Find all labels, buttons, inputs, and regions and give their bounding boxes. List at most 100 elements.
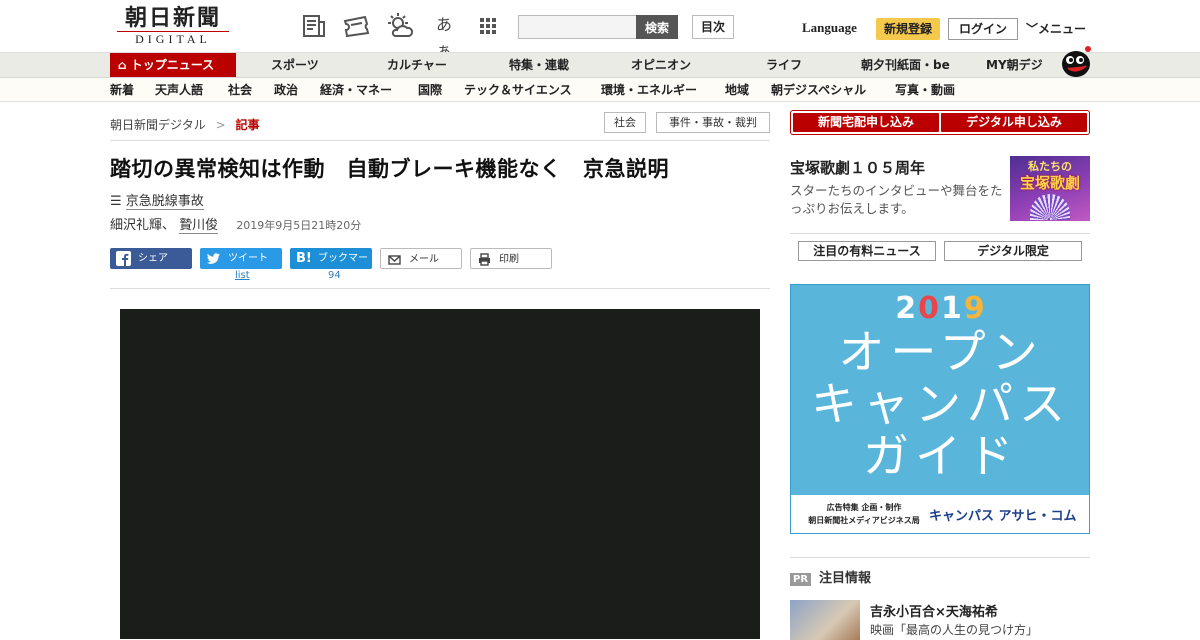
mail-label: メール: [409, 254, 439, 265]
series-link[interactable]: ☰ 京急脱線事故: [110, 190, 204, 210]
nav-tech[interactable]: テック＆サイエンス: [464, 78, 572, 102]
twitter-share-button[interactable]: ツイート: [200, 248, 282, 269]
search-button[interactable]: 検索: [636, 15, 678, 39]
logo-en: DIGITAL: [117, 31, 229, 46]
nav-opinion[interactable]: オピニオン: [631, 53, 691, 78]
menu-button[interactable]: ﹀メニュー: [1026, 20, 1086, 37]
nav-special[interactable]: 朝デジスペシャル: [771, 78, 866, 102]
divider: [110, 140, 770, 141]
facebook-share-button[interactable]: シェア: [110, 248, 192, 269]
newspaper-icon[interactable]: [300, 12, 328, 40]
nav-my-asadigi[interactable]: MY朝デジ: [986, 53, 1043, 78]
ad-year-digit: 2: [895, 291, 919, 326]
advertisement-banner[interactable]: 2019 オープン キャンパス ガイド 広告特集 企画・制作 朝日新聞社メディアビ…: [790, 284, 1090, 534]
nav-politics[interactable]: 政治: [274, 78, 298, 102]
article-headline: 踏切の異常検知は作動 自動ブレーキ機能なく 京急説明: [110, 157, 669, 181]
divider: [790, 557, 1090, 558]
hatena-count[interactable]: 94: [328, 270, 341, 281]
hatena-icon: B!: [296, 251, 312, 266]
pr-badge: PR: [790, 573, 812, 586]
nav-life[interactable]: ライフ: [766, 53, 802, 78]
nav-photo-video[interactable]: 写真・動画: [895, 78, 955, 102]
secondary-nav: 新着 天声人語 社会 政治 経済・マネー 国際 テック＆サイエンス 環境・エネル…: [0, 77, 1200, 102]
twitter-share-label: ツイート: [228, 253, 268, 264]
print-label: 印刷: [499, 254, 519, 265]
breadcrumb-home[interactable]: 朝日新聞デジタル: [110, 118, 206, 132]
series-label: 京急脱線事故: [125, 194, 204, 210]
author: 細沢礼輝、: [110, 218, 176, 233]
tab-digital-only[interactable]: デジタル限定: [944, 241, 1082, 261]
ad-footer: 広告特集 企画・制作 朝日新聞社メディアビジネス局 キャンパス アサヒ・コム: [791, 495, 1089, 533]
ad-sponsor-line1: 広告特集 企画・制作: [826, 503, 902, 512]
byline: 細沢礼輝、 贄川俊 2019年9月5日21時20分: [110, 214, 362, 234]
promo-title[interactable]: 宝塚歌劇１０５周年: [790, 157, 925, 178]
nav-sports[interactable]: スポーツ: [271, 53, 319, 78]
toc-button[interactable]: 目次: [692, 15, 734, 39]
nav-region[interactable]: 地域: [725, 78, 749, 102]
publish-date: 2019年9月5日21時20分: [236, 219, 362, 232]
print-icon: [477, 252, 492, 267]
pr-thumbnail[interactable]: [790, 600, 860, 640]
hatena-bookmark-button[interactable]: B! ブックマーク: [290, 248, 372, 285]
nav-newspaper[interactable]: 朝夕刊紙面・be: [861, 53, 950, 78]
pr-title[interactable]: 吉永小百合×天海祐希: [870, 601, 998, 620]
print-button[interactable]: 印刷: [470, 248, 552, 269]
tab-paid-news[interactable]: 注目の有料ニュース: [798, 241, 936, 261]
logo-jp: 朝日新聞: [124, 5, 221, 31]
list-icon: ☰: [110, 194, 122, 209]
subscribe-paper-button[interactable]: 新聞宅配申し込み: [793, 113, 939, 132]
nav-society[interactable]: 社会: [228, 78, 252, 102]
nav-economy[interactable]: 経済・マネー: [320, 78, 392, 102]
breadcrumb-separator: >: [215, 118, 226, 132]
promo-text: スターたちのインタビューや舞台をたっぷりお伝えします。: [790, 183, 1003, 216]
nav-latest[interactable]: 新着: [110, 78, 134, 102]
pr-section-header: PR 注目情報: [790, 567, 871, 586]
video-player[interactable]: [120, 309, 760, 639]
home-icon: ⌂: [118, 58, 127, 72]
mail-icon: [387, 252, 402, 267]
twitter-count[interactable]: list: [235, 270, 250, 281]
divider: [110, 288, 770, 289]
nav-environment[interactable]: 環境・エネルギー: [601, 78, 697, 102]
ticket-icon[interactable]: [342, 12, 370, 40]
nav-features[interactable]: 特集・連載: [509, 53, 569, 78]
facebook-share-label: シェア: [138, 253, 168, 264]
login-button[interactable]: ログイン: [948, 18, 1018, 40]
hatena-label: ブックマーク: [318, 253, 368, 285]
ad-sponsor: 広告特集 企画・制作 朝日新聞社メディアビジネス局: [805, 501, 923, 527]
chevron-down-icon: ﹀: [1026, 22, 1039, 36]
nav-international[interactable]: 国際: [418, 78, 442, 102]
mascot-icon: [1058, 44, 1094, 78]
promo-image[interactable]: 私たちの 宝塚歌劇: [1010, 156, 1090, 221]
apps-grid-icon[interactable]: [474, 12, 502, 40]
subscribe-digital-button[interactable]: デジタル申し込み: [941, 113, 1087, 132]
ad-headline-2: キャンパス: [811, 377, 1071, 431]
nav-top-news[interactable]: ⌂ トップニュース: [110, 53, 236, 78]
weather-icon[interactable]: [386, 12, 414, 40]
nav-culture[interactable]: カルチャー: [387, 53, 447, 78]
nav-tensei[interactable]: 天声人語: [155, 78, 203, 102]
breadcrumb-current: 記事: [235, 118, 260, 132]
search-box: 検索: [518, 15, 678, 39]
register-button[interactable]: 新規登録: [876, 18, 940, 40]
author-link[interactable]: 贄川俊: [179, 218, 219, 234]
pr-heading: 注目情報: [819, 571, 872, 586]
fan-decoration: [1030, 194, 1070, 220]
ad-year-digit: 0: [918, 291, 941, 326]
subscribe-buttons: 新聞宅配申し込み デジタル申し込み: [790, 110, 1090, 135]
font-size-icon[interactable]: あぁ: [430, 12, 458, 60]
promo-image-line2: 宝塚歌劇: [1019, 174, 1080, 192]
tag-society[interactable]: 社会: [604, 112, 646, 133]
primary-nav: ⌂ トップニュース スポーツ カルチャー 特集・連載 オピニオン ライフ 朝夕刊…: [0, 52, 1200, 78]
ad-year-digit: 1: [941, 291, 964, 326]
menu-label: メニュー: [1038, 22, 1087, 36]
search-input[interactable]: [518, 15, 636, 39]
site-logo[interactable]: 朝日新聞 DIGITAL: [117, 6, 229, 48]
tag-incidents[interactable]: 事件・事故・裁判: [656, 112, 770, 133]
language-link[interactable]: Language: [802, 20, 857, 36]
nav-label: トップニュース: [130, 58, 215, 72]
mail-button[interactable]: メール: [380, 248, 462, 269]
breadcrumb: 朝日新聞デジタル > 記事: [110, 116, 260, 133]
ad-brand: キャンパス アサヒ・コム: [929, 509, 1077, 524]
divider: [790, 233, 1090, 234]
